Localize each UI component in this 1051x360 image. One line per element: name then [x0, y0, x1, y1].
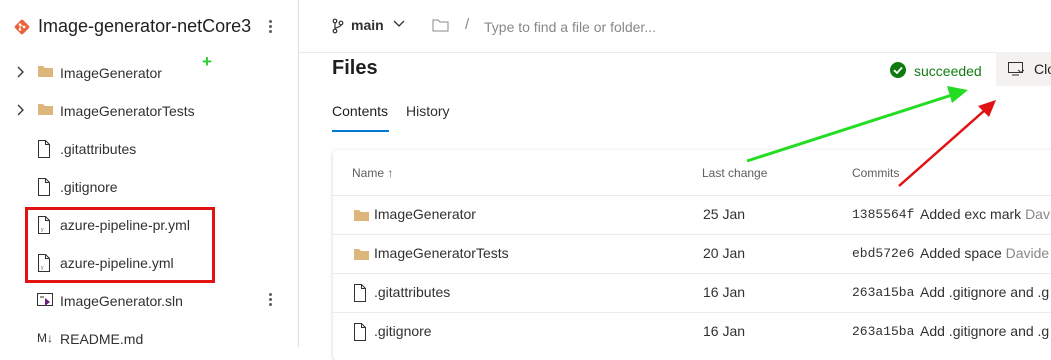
chevron-right-icon[interactable] [15, 66, 25, 78]
clone-icon [1008, 62, 1025, 76]
pipeline-files-highlight [25, 207, 215, 283]
row-commit-message: Add .gitignore and .g [920, 284, 1050, 300]
tab-contents[interactable]: Contents [332, 103, 388, 119]
repo-more-options-icon[interactable] [264, 18, 276, 38]
file-tree-sidebar: Image-generator-netCore3 ImageGenerator … [0, 0, 299, 347]
row-name[interactable]: .gitignore [374, 323, 432, 339]
tree-item-label: ImageGenerator.sln [60, 293, 183, 309]
table-row[interactable]: .gitattributes 16 Jan 263a15ba Add .giti… [333, 273, 1051, 312]
tab-history[interactable]: History [406, 103, 450, 119]
repo-toolbar: main / [299, 0, 1051, 53]
column-header-name[interactable]: Name ↑ [352, 166, 393, 180]
tree-item-label: ImageGenerator [60, 65, 162, 81]
tree-item-gitignore[interactable]: .gitignore [0, 168, 298, 206]
branch-icon[interactable] [332, 18, 344, 34]
table-row[interactable]: ImageGeneratorTests 20 Jan ebd572e6 Adde… [333, 234, 1051, 273]
path-separator: / [465, 16, 470, 33]
row-last-change: 25 Jan [703, 206, 746, 222]
file-icon [354, 323, 366, 341]
clone-label: Clone [1034, 61, 1051, 77]
tree-item-imagegenerator-sln[interactable]: ImageGenerator.sln [0, 282, 298, 320]
file-icon [38, 178, 50, 196]
active-tab-indicator [332, 130, 389, 132]
table-row[interactable]: .gitignore 16 Jan 263a15ba Add .gitignor… [333, 312, 1051, 351]
row-commit-id[interactable]: 263a15ba [852, 285, 914, 300]
row-commit-id[interactable]: 1385564f [852, 207, 914, 222]
commit-author: Davide [1025, 206, 1051, 222]
markdown-icon: M↓ [37, 331, 53, 344]
column-header-last-change: Last change [702, 166, 768, 180]
folder-icon [354, 210, 369, 221]
path-search-input[interactable] [482, 15, 786, 39]
visual-studio-solution-icon [37, 293, 53, 306]
row-last-change: 16 Jan [703, 323, 746, 339]
chevron-right-icon[interactable] [15, 104, 25, 116]
tree-item-readme[interactable]: M↓ README.md [0, 320, 298, 358]
chevron-down-icon[interactable] [393, 20, 405, 28]
page-title: Files [332, 57, 378, 79]
folder-icon [38, 104, 53, 115]
tree-item-label: README.md [60, 331, 144, 347]
column-header-commits: Commits [852, 166, 900, 180]
clone-button[interactable]: Clone [996, 52, 1051, 86]
row-commit-message: Add .gitignore and .g [920, 323, 1050, 339]
row-last-change: 16 Jan [703, 284, 746, 300]
tree-item-label: .gitattributes [60, 141, 137, 157]
tree-item-label: ImageGeneratorTests [60, 103, 195, 119]
row-commit-message: Added exc mark Davide [920, 206, 1051, 222]
folder-icon [38, 66, 53, 77]
row-commit-message: Added space Davide [920, 245, 1049, 261]
check-circle-icon [890, 62, 906, 78]
row-commit-id[interactable]: ebd572e6 [852, 246, 914, 261]
row-name[interactable]: ImageGeneratorTests [374, 245, 509, 261]
repo-title[interactable]: Image-generator-netCore3 [38, 16, 251, 37]
tree-item-imagegeneratortests[interactable]: ImageGeneratorTests [0, 92, 298, 130]
row-last-change: 20 Jan [703, 245, 746, 261]
row-name[interactable]: ImageGenerator [374, 206, 476, 222]
row-commit-id[interactable]: 263a15ba [852, 324, 914, 339]
status-text: succeeded [914, 63, 982, 79]
row-name[interactable]: .gitattributes [374, 284, 450, 300]
git-repo-icon [14, 19, 30, 35]
branch-selector[interactable]: main [351, 17, 384, 33]
file-icon [38, 140, 50, 158]
table-row[interactable]: ImageGenerator 25 Jan 1385564f Added exc… [333, 195, 1051, 234]
plus-annotation: + [202, 52, 212, 71]
folder-icon [354, 249, 369, 260]
tree-item-gitattributes[interactable]: .gitattributes [0, 130, 298, 168]
repo-header: Image-generator-netCore3 [0, 0, 298, 56]
commit-message-text: Added exc mark [920, 206, 1022, 222]
commit-message-text: Added space [920, 245, 1002, 261]
svg-text:M↓: M↓ [37, 331, 53, 344]
tree-item-label: .gitignore [60, 179, 118, 195]
folder-outline-icon [432, 19, 449, 32]
item-more-options-icon[interactable] [264, 291, 276, 311]
commit-author: Davide [1005, 245, 1050, 261]
file-icon [354, 284, 366, 302]
tree-item-imagegenerator[interactable]: ImageGenerator [0, 54, 298, 92]
